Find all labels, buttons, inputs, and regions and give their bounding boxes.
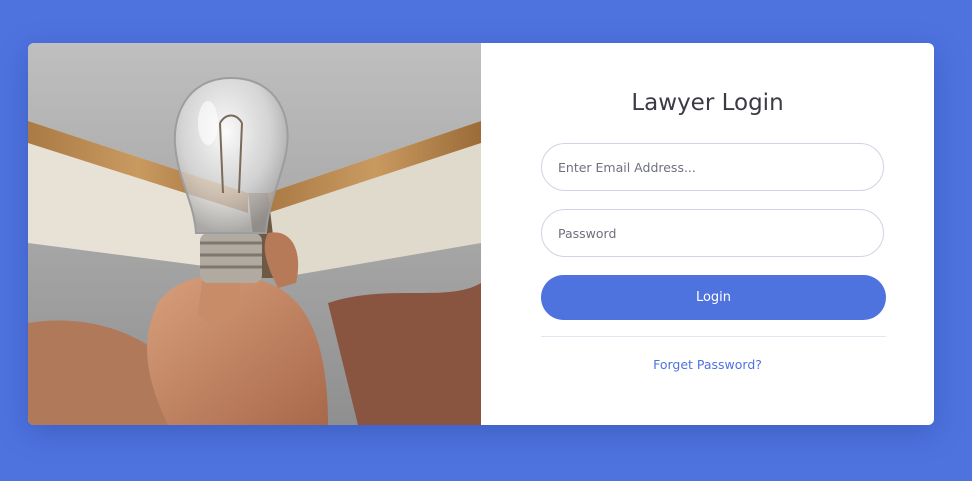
page-title: Lawyer Login xyxy=(631,90,784,116)
login-button[interactable]: Login xyxy=(541,275,886,320)
lightbulb-book-illustration xyxy=(28,43,481,425)
password-input[interactable] xyxy=(541,209,884,257)
login-form-panel: Lawyer Login Login Forget Password? xyxy=(481,43,934,425)
divider xyxy=(541,336,886,337)
login-card: Lawyer Login Login Forget Password? xyxy=(28,43,934,425)
forgot-password-link[interactable]: Forget Password? xyxy=(481,357,934,372)
hero-photo xyxy=(28,43,481,425)
email-input[interactable] xyxy=(541,143,884,191)
